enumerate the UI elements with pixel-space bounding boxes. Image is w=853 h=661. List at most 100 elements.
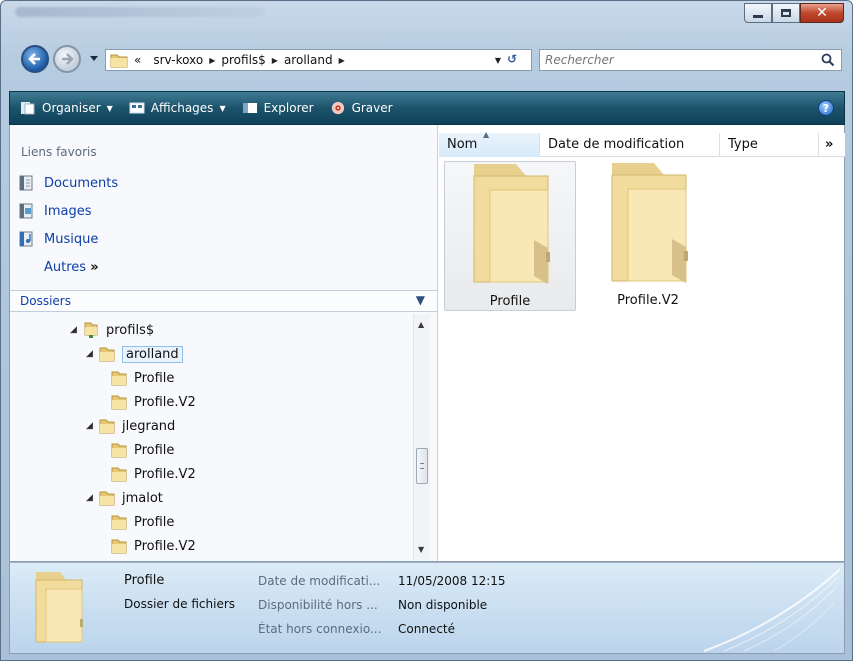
explorer-button[interactable]: Explorer [242,101,314,115]
breadcrumb-arolland[interactable]: arolland [284,53,333,67]
graver-label: Graver [351,101,393,115]
recent-pages-dropdown[interactable] [89,53,99,63]
details-value: Connecté [398,622,455,636]
command-toolbar: Organiser ▼ Affichages ▼ Explorer Graver ? [9,91,845,125]
breadcrumb-srv-koxo[interactable]: srv-koxo [153,53,203,67]
folder-icon [111,467,127,482]
navigation-pane: Liens favoris Documents Images Musique A… [10,125,438,561]
favorites-title: Liens favoris [21,145,97,159]
file-item-label: Profile [489,294,531,309]
network-share-icon [84,322,98,338]
favorite-images[interactable]: Images [18,203,92,219]
more-columns-button[interactable]: » [819,133,845,157]
tree-label: arolland [122,345,183,363]
burn-disc-icon [331,101,344,115]
expand-arrow-icon[interactable]: ◢ [86,493,98,503]
more-chevrons-icon: » [90,260,99,275]
chevron-down-icon: ▼ [219,103,226,113]
file-item-profile-v2[interactable]: Profile.V2 [582,161,714,311]
scroll-down-icon[interactable]: ▼ [418,545,424,554]
breadcrumb-separator-icon[interactable]: ▶ [339,56,345,65]
close-button[interactable]: ✕ [800,3,844,23]
search-input[interactable] [540,50,800,70]
views-icon [129,102,145,114]
breadcrumb-separator-icon[interactable]: ▶ [272,56,278,65]
images-icon [19,203,33,219]
forward-button[interactable] [53,45,81,73]
folder-tree-scrollbar[interactable]: ▲ ▼ [413,314,430,560]
details-value: Non disponible [398,598,488,612]
more-favorites-link[interactable]: Autres » [44,260,99,275]
back-arrow-icon [28,53,40,65]
column-header-nom[interactable]: ▲ Nom [439,130,540,157]
favorite-musique[interactable]: Musique [18,231,98,247]
folder-icon [99,419,115,434]
help-icon[interactable]: ? [818,100,834,116]
tree-item-arolland[interactable]: ◢ arolland [86,343,183,365]
tree-item-profile[interactable]: Profile [110,367,174,389]
title-bar[interactable]: ✕ [1,1,852,35]
tree-item-profile-v2[interactable]: Profile.V2 [110,535,196,557]
search-icon[interactable] [821,53,835,67]
back-button[interactable] [21,45,49,73]
explorer-label: Explorer [263,101,314,115]
maximize-button[interactable] [772,3,800,23]
breadcrumb-separator-icon[interactable]: ▶ [209,56,215,65]
minimize-icon [753,15,763,18]
expand-arrow-icon[interactable]: ◢ [86,421,98,431]
close-icon: ✕ [816,5,828,21]
address-bar[interactable]: « srv-koxo ▶ profils$ ▶ arolland ▶ ▼ ↺ [105,49,532,71]
tree-label: Profile.V2 [134,394,196,410]
tree-label: Profile.V2 [134,466,196,482]
tree-item-jlegrand[interactable]: ◢ jlegrand [86,415,175,437]
organiser-menu[interactable]: Organiser ▼ [20,101,113,115]
window-title-blurred [15,7,265,17]
address-dropdown-icon[interactable]: ▼ [495,56,501,65]
file-item-profile[interactable]: Profile [444,161,576,311]
tree-item-jmalot[interactable]: ◢ jmalot [86,487,163,509]
organiser-label: Organiser [42,101,101,115]
chevron-down-icon: ▼ [106,103,113,113]
expand-arrow-icon[interactable]: ◢ [86,349,98,359]
scroll-up-icon[interactable]: ▲ [418,320,424,329]
affichages-menu[interactable]: Affichages ▼ [129,101,226,115]
large-folder-icon [35,572,83,643]
documents-icon [19,175,33,191]
column-header-date[interactable]: Date de modification [540,133,720,157]
folders-header[interactable]: Dossiers ▼ [10,290,437,312]
tree-item-profile[interactable]: Profile [110,511,174,533]
caption-buttons: ✕ [744,3,844,23]
folders-title: Dossiers [20,294,71,308]
folder-icon [111,443,127,458]
details-key: Date de modificati... [258,574,381,588]
minimize-button[interactable] [744,3,772,23]
favorite-documents[interactable]: Documents [18,175,118,191]
tree-item-profile-v2[interactable]: Profile.V2 [110,463,196,485]
maximize-icon [781,9,791,17]
chevron-down-icon: ▼ [415,293,425,307]
more-favorites-label: Autres [44,260,87,275]
search-box [539,49,842,71]
large-folder-icon [611,163,688,283]
tree-item-profils[interactable]: ◢ profils$ [70,319,154,341]
affichages-label: Affichages [150,101,214,115]
expand-arrow-icon[interactable]: ◢ [70,325,82,335]
tree-label: jmalot [122,490,163,506]
favorite-label: Musique [44,231,99,247]
column-label: Date de modification [548,137,685,152]
folder-icon [110,54,128,68]
details-kind: Dossier de fichiers [124,597,236,611]
graver-button[interactable]: Graver [330,101,393,115]
address-row: « srv-koxo ▶ profils$ ▶ arolland ▶ ▼ ↺ [1,41,852,77]
tree-item-profile[interactable]: Profile [110,439,174,461]
column-header-type[interactable]: Type [720,133,819,157]
scroll-thumb[interactable] [416,448,428,484]
refresh-icon[interactable]: ↺ [507,52,527,68]
details-pane: Profile Dossier de fichiers Date de modi… [9,562,845,654]
breadcrumb-profils[interactable]: profils$ [221,53,265,67]
large-folder-icon [473,164,550,284]
folder-icon [111,539,127,554]
address-overflow[interactable]: « [134,53,141,67]
tree-item-profile-v2[interactable]: Profile.V2 [110,391,196,413]
folder-icon [99,491,115,506]
